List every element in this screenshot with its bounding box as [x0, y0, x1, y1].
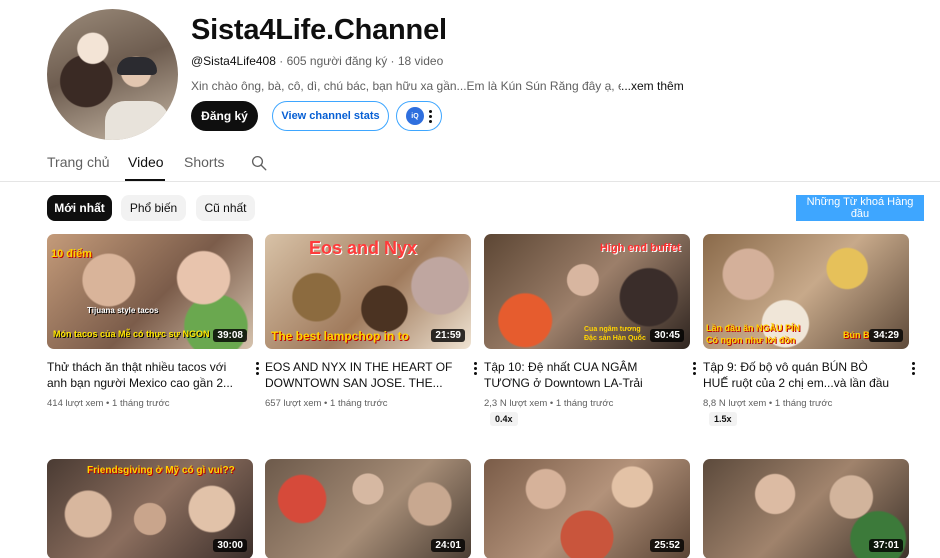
thumb-caption: Tijuana style tacos — [87, 306, 159, 315]
video-thumbnail[interactable]: Friendsgiving ở Mỹ có gì vui?? 30:00 — [47, 459, 253, 558]
thumb-caption: The best lampchop in to — [271, 329, 410, 343]
video-age: 1 tháng trước — [774, 398, 833, 409]
video-title[interactable]: Tập 10: Đệ nhất CUA NGÂM TƯƠNG ở Downtow… — [484, 359, 674, 391]
video-thumbnail[interactable]: 24:01 — [265, 459, 471, 558]
channel-description[interactable]: Xin chào ông, bà, cô, dì, chú bác, bạn h… — [191, 79, 621, 93]
video-thumbnail[interactable]: Eos and Nyx The best lampchop in to 21:5… — [265, 234, 471, 349]
thumb-caption: Bún B — [843, 330, 870, 340]
channel-avatar[interactable] — [47, 9, 178, 140]
video-thumbnail[interactable]: 10 điểm Tijuana style tacos Món tacos củ… — [47, 234, 253, 349]
more-vert-icon — [429, 109, 432, 123]
video-title[interactable]: EOS AND NYX IN THE HEART OF DOWNTOWN SAN… — [265, 359, 455, 391]
thumb-caption: 10 điểm — [51, 248, 92, 260]
video-stats: 657 lượt xem • 1 tháng trước — [265, 398, 388, 409]
video-duration: 30:45 — [650, 329, 684, 342]
video-age: 1 tháng trước — [112, 398, 170, 409]
video-card[interactable]: 10 điểm Tijuana style tacos Món tacos củ… — [47, 234, 259, 409]
video-duration: 34:29 — [869, 329, 903, 342]
video-thumbnail[interactable]: 25:52 — [484, 459, 690, 558]
thumb-caption: Lần đầu ăn NGẦU PÍN — [706, 323, 801, 333]
video-views: 2,3 N lượt xem — [484, 398, 548, 409]
view-channel-stats-button[interactable]: View channel stats — [272, 101, 389, 131]
tab-videos[interactable]: Video — [128, 154, 164, 170]
thumb-caption: Eos and Nyx — [309, 238, 418, 258]
video-thumbnail[interactable]: 37:01 — [703, 459, 909, 558]
video-thumbnail[interactable]: High end buffet Cua ngâm tương Đặc sản H… — [484, 234, 690, 349]
video-card[interactable]: Lần đầu ăn NGẦU PÍN Có ngon như lời đồn … — [703, 234, 915, 426]
avatar-cap-shape — [117, 57, 157, 75]
video-duration: 30:00 — [213, 539, 247, 552]
chip-newest[interactable]: Mới nhất — [47, 195, 112, 221]
active-tab-indicator — [125, 179, 165, 181]
video-card[interactable]: 37:01 — [703, 459, 909, 558]
channel-counts: · 605 người đăng ký · 18 video — [275, 54, 444, 68]
channel-tabs: Trang chủ Video Shorts — [0, 150, 940, 182]
thumb-caption: Đặc sản Hàn Quốc — [584, 335, 646, 342]
video-card[interactable]: High end buffet Cua ngâm tương Đặc sản H… — [484, 234, 696, 426]
video-duration: 21:59 — [431, 329, 465, 342]
video-age: 1 tháng trước — [330, 398, 388, 409]
video-card[interactable]: 24:01 — [265, 459, 471, 558]
video-thumbnail[interactable]: Lần đầu ăn NGẦU PÍN Có ngon như lời đồn … — [703, 234, 909, 349]
top-keywords-button[interactable]: Những Từ khoá Hàng đầu — [796, 195, 924, 221]
video-title[interactable]: Tập 9: Đố bộ vô quán BÚN BÒ HUẾ ruột của… — [703, 359, 893, 391]
video-card[interactable]: 25:52 — [484, 459, 690, 558]
video-card[interactable]: Friendsgiving ở Mỹ có gì vui?? 30:00 — [47, 459, 253, 558]
video-age: 1 tháng trước — [555, 398, 614, 409]
video-title[interactable]: Thử thách ăn thật nhiều tacos với anh bạ… — [47, 359, 237, 391]
thumb-caption: High end buffet — [600, 242, 681, 254]
more-vert-icon[interactable] — [253, 362, 261, 376]
video-views: 414 lượt xem — [47, 398, 104, 409]
speed-badge: 0.4x — [490, 412, 518, 426]
search-icon[interactable] — [250, 154, 268, 172]
tab-home[interactable]: Trang chủ — [47, 154, 110, 170]
video-duration: 39:08 — [213, 329, 247, 342]
thumb-caption: Món tacos của Mễ có thực sự NGON — [53, 329, 210, 339]
channel-title: Sista4Life.Channel — [191, 14, 447, 46]
video-stats: 414 lượt xem • 1 tháng trước — [47, 398, 170, 409]
video-stats: 2,3 N lượt xem • 1 tháng trước — [484, 398, 614, 409]
description-more-link[interactable]: ...xem thêm — [621, 79, 684, 93]
video-duration: 24:01 — [431, 539, 465, 552]
subscribe-button[interactable]: Đăng ký — [191, 101, 258, 131]
channel-meta: @Sista4Life408 · 605 người đăng ký · 18 … — [191, 54, 443, 68]
more-vert-icon[interactable] — [909, 362, 917, 376]
avatar-shirt-shape — [105, 101, 169, 140]
video-views: 657 lượt xem — [265, 398, 322, 409]
video-stats: 8,8 N lượt xem • 1 tháng trước — [703, 398, 833, 409]
video-duration: 37:01 — [869, 539, 903, 552]
chip-oldest[interactable]: Cũ nhất — [196, 195, 255, 221]
tab-shorts[interactable]: Shorts — [184, 154, 224, 170]
extension-button[interactable]: iQ — [396, 101, 442, 131]
video-card[interactable]: Eos and Nyx The best lampchop in to 21:5… — [265, 234, 477, 409]
speed-badge: 1.5x — [709, 412, 737, 426]
more-vert-icon[interactable] — [690, 362, 698, 376]
iq-extension-icon: iQ — [406, 107, 424, 125]
thumb-caption: Friendsgiving ở Mỹ có gì vui?? — [87, 465, 235, 476]
channel-handle: @Sista4Life408 — [191, 54, 276, 68]
video-duration: 25:52 — [650, 539, 684, 552]
chip-popular[interactable]: Phổ biến — [121, 195, 186, 221]
thumb-caption: Có ngon như lời đồn — [706, 335, 796, 345]
thumb-caption: Cua ngâm tương — [584, 326, 641, 333]
video-views: 8,8 N lượt xem — [703, 398, 767, 409]
more-vert-icon[interactable] — [471, 362, 479, 376]
